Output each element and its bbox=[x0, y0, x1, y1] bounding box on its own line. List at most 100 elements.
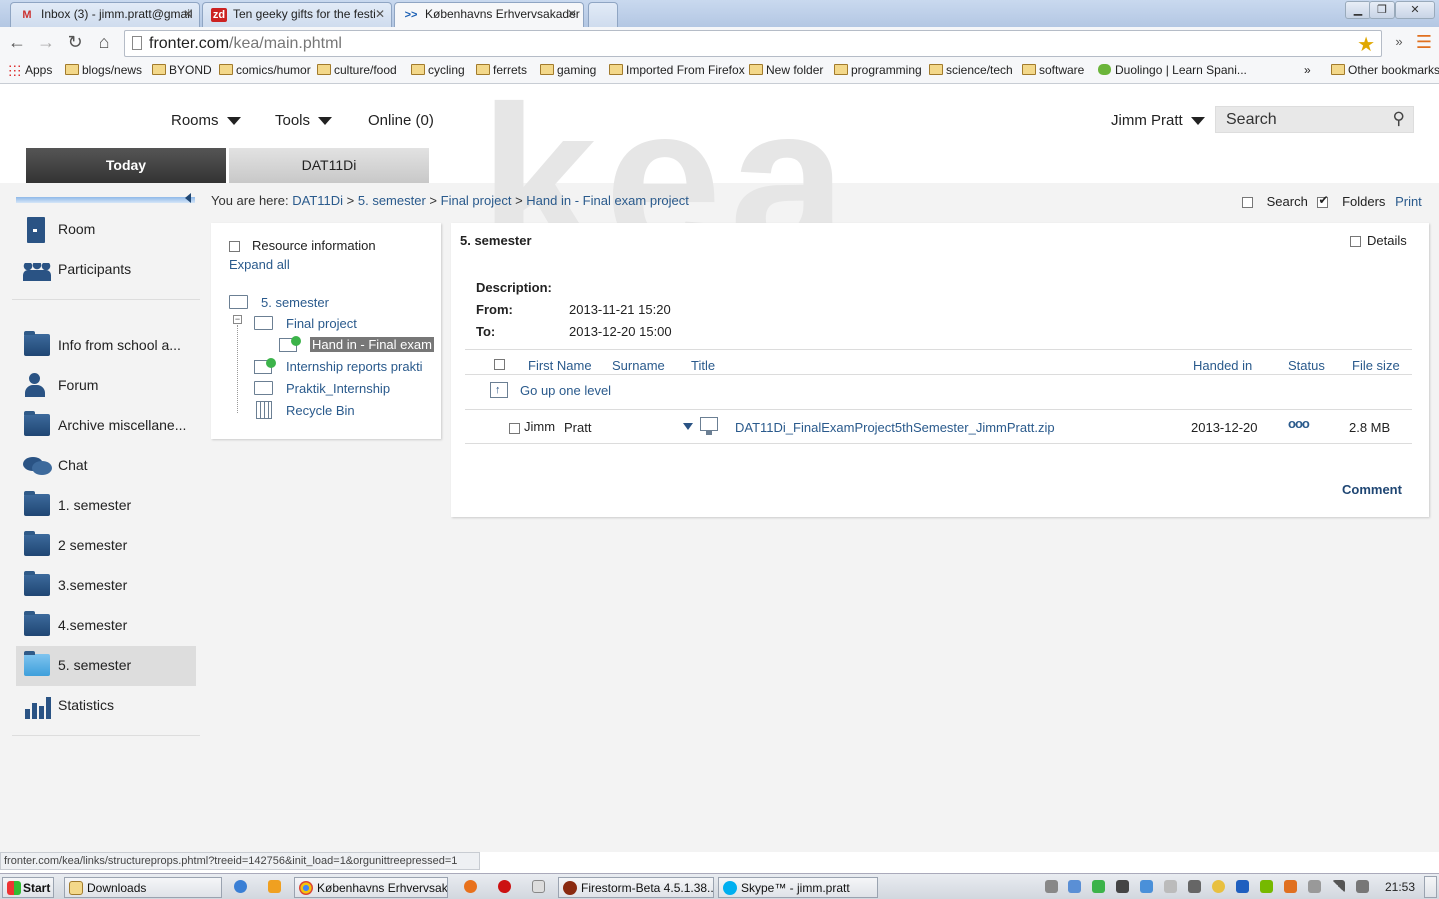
details-checkbox[interactable] bbox=[1350, 236, 1361, 248]
details-toggle[interactable]: Details bbox=[1350, 233, 1407, 248]
sidebar-item-2-semester[interactable]: 2 semester bbox=[16, 526, 196, 566]
search-icon[interactable]: ⚲ bbox=[1393, 109, 1405, 129]
bookmark-folder[interactable]: comics/humor bbox=[219, 63, 311, 77]
bookmark-folder[interactable]: software bbox=[1022, 63, 1084, 77]
network-icon[interactable] bbox=[1332, 880, 1345, 893]
bookmark-folder[interactable]: Imported From Firefox bbox=[609, 63, 745, 77]
tray-alert-icon[interactable] bbox=[1284, 880, 1297, 893]
select-all-checkbox[interactable] bbox=[494, 359, 505, 371]
collapse-toggle-icon[interactable]: − bbox=[233, 315, 242, 324]
tray-app-icon[interactable] bbox=[1188, 880, 1201, 893]
tab-fronter[interactable]: >> Københavns Erhvervsakader ✕ bbox=[394, 2, 584, 28]
print-link[interactable]: Print bbox=[1395, 194, 1422, 209]
volume-icon[interactable] bbox=[1356, 880, 1369, 893]
tray-flag-icon[interactable] bbox=[1164, 880, 1177, 893]
reload-icon[interactable]: ↻ bbox=[64, 31, 86, 53]
sidebar-item-forum[interactable]: Forum bbox=[16, 366, 196, 406]
bluetooth-icon[interactable] bbox=[1236, 880, 1249, 893]
tray-update-icon[interactable] bbox=[1212, 880, 1225, 893]
go-up-icon[interactable]: ↑ bbox=[490, 382, 508, 398]
address-bar[interactable]: fronter.com/kea/main.phtml ★ bbox=[124, 30, 1382, 57]
comment-link[interactable]: Comment bbox=[1342, 482, 1402, 497]
nvidia-icon[interactable] bbox=[1260, 880, 1273, 893]
tray-device-icon[interactable] bbox=[1308, 880, 1321, 893]
resource-info-toggle[interactable]: Resource information bbox=[229, 238, 376, 253]
sidebar-item-1-semester[interactable]: 1. semester bbox=[16, 486, 196, 526]
folders-checkbox[interactable] bbox=[1317, 193, 1329, 209]
bookmark-folder[interactable]: gaming bbox=[540, 63, 596, 77]
search-checkbox[interactable] bbox=[1242, 197, 1253, 209]
bookmark-folder[interactable]: culture/food bbox=[317, 63, 397, 77]
bookmark-other[interactable]: Other bookmarks bbox=[1331, 63, 1439, 77]
taskbar-item-skype[interactable]: Skype™ - jimm.pratt bbox=[718, 877, 878, 898]
rooms-menu[interactable]: Rooms bbox=[171, 112, 241, 129]
forward-arrow-icon[interactable]: → bbox=[35, 31, 57, 53]
breadcrumb-dat11di[interactable]: DAT11Di bbox=[292, 193, 343, 208]
close-window-icon[interactable]: ✕ bbox=[1395, 1, 1435, 19]
sidebar-item-room[interactable]: Room bbox=[16, 210, 196, 250]
tab-geeky-gifts[interactable]: zd Ten geeky gifts for the festi ✕ bbox=[202, 2, 392, 27]
taskbar-item-downloads[interactable]: Downloads bbox=[64, 877, 222, 898]
sidebar-item-participants[interactable]: Participants bbox=[16, 250, 196, 290]
home-icon[interactable]: ⌂ bbox=[93, 31, 115, 53]
tools-menu[interactable]: Tools bbox=[275, 112, 333, 129]
bookmark-folder[interactable]: cycling bbox=[411, 63, 465, 77]
online-link[interactable]: Online (0) bbox=[368, 112, 434, 129]
sidebar-item-info-from-school[interactable]: Info from school a... bbox=[16, 326, 196, 366]
sidebar-item-archive[interactable]: Archive miscellane... bbox=[16, 406, 196, 446]
column-title[interactable]: Title bbox=[691, 358, 715, 373]
sidebar-item-statistics[interactable]: Statistics bbox=[16, 686, 196, 726]
tree-node-recycle-bin[interactable]: Recycle Bin bbox=[286, 403, 355, 418]
tab-room-dat11di[interactable]: DAT11Di bbox=[229, 148, 429, 183]
sidebar-item-chat[interactable]: Chat bbox=[16, 446, 196, 486]
close-tab-icon[interactable]: ✕ bbox=[183, 7, 193, 21]
restore-icon[interactable]: ❐ bbox=[1369, 1, 1395, 19]
sidebar-item-4-semester[interactable]: 4.semester bbox=[16, 606, 196, 646]
row-checkbox[interactable] bbox=[508, 423, 520, 435]
breadcrumb-hand-in[interactable]: Hand in - Final exam project bbox=[526, 193, 689, 208]
tree-node-internship-reports[interactable]: Internship reports prakti bbox=[286, 359, 441, 374]
breadcrumb-final-project[interactable]: Final project bbox=[441, 193, 512, 208]
column-status[interactable]: Status bbox=[1288, 358, 1325, 373]
ie-icon[interactable] bbox=[234, 880, 247, 893]
tray-dropbox-icon[interactable] bbox=[1140, 880, 1153, 893]
tree-node-final-project[interactable]: Final project bbox=[286, 316, 357, 331]
sidebar-collapse-bar[interactable] bbox=[16, 189, 195, 203]
opera-icon[interactable] bbox=[498, 880, 511, 893]
bookmark-folder[interactable]: science/tech bbox=[929, 63, 1013, 77]
bookmark-folder[interactable]: BYOND bbox=[152, 63, 212, 77]
tree-node-5-semester[interactable]: 5. semester bbox=[261, 295, 329, 310]
tray-check-icon[interactable] bbox=[1092, 880, 1105, 893]
search-input[interactable]: Search ⚲ bbox=[1215, 106, 1414, 133]
tray-cloud-icon[interactable] bbox=[1068, 880, 1081, 893]
bookmarks-overflow-button[interactable]: » bbox=[1288, 63, 1311, 77]
status-indicator[interactable]: ooo bbox=[1288, 416, 1310, 431]
media-player-icon[interactable] bbox=[268, 880, 281, 893]
taskbar-item-firestorm[interactable]: Firestorm-Beta 4.5.1.38... bbox=[558, 877, 714, 898]
star-icon[interactable]: ★ bbox=[1357, 32, 1375, 57]
row-menu-arrow-icon[interactable] bbox=[683, 423, 693, 430]
bookmark-folder[interactable]: programming bbox=[834, 63, 922, 77]
resource-info-checkbox[interactable] bbox=[229, 241, 240, 253]
tray-notification-icon[interactable] bbox=[1045, 880, 1058, 893]
bookmark-folder[interactable]: New folder bbox=[749, 63, 823, 77]
collapse-arrow-icon[interactable] bbox=[185, 193, 191, 203]
show-desktop-button[interactable] bbox=[1424, 876, 1437, 898]
user-menu[interactable]: Jimm Pratt bbox=[1111, 112, 1205, 129]
bookmark-folder[interactable]: blogs/news bbox=[65, 63, 142, 77]
menu-icon[interactable]: ☰ bbox=[1413, 31, 1435, 53]
taskbar-item-chrome[interactable]: Københavns Erhvervsak... bbox=[294, 877, 448, 898]
tray-steam-icon[interactable] bbox=[1116, 880, 1129, 893]
sidebar-item-5-semester[interactable]: 5. semester bbox=[16, 646, 196, 686]
firefox-icon[interactable] bbox=[464, 880, 477, 893]
new-tab-button[interactable] bbox=[588, 2, 618, 27]
tree-node-praktik[interactable]: Praktik_Internship bbox=[286, 381, 390, 396]
start-button[interactable]: Start bbox=[2, 877, 54, 898]
tab-gmail[interactable]: M Inbox (3) - jimm.pratt@gmail ✕ bbox=[10, 2, 200, 27]
bookmark-duolingo[interactable]: Duolingo | Learn Spani... bbox=[1098, 63, 1247, 77]
column-first-name[interactable]: First Name bbox=[528, 358, 592, 373]
go-up-link[interactable]: Go up one level bbox=[520, 383, 611, 398]
column-file-size[interactable]: File size bbox=[1352, 358, 1400, 373]
minimize-icon[interactable]: ▁ bbox=[1345, 1, 1371, 19]
app-grid-icon[interactable] bbox=[532, 880, 545, 893]
